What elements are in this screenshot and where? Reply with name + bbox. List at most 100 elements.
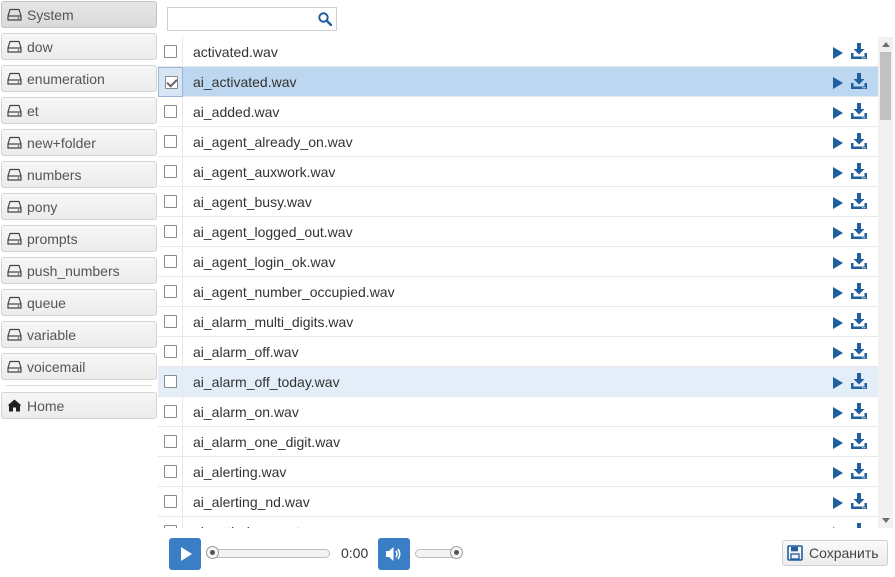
seek-slider[interactable] xyxy=(212,549,330,558)
file-row[interactable]: ai_alarm_off_today.wav xyxy=(158,367,878,397)
row-checkbox[interactable] xyxy=(164,285,177,298)
search-icon[interactable] xyxy=(318,12,333,27)
row-checkbox[interactable] xyxy=(164,255,177,268)
play-icon[interactable] xyxy=(833,106,843,119)
row-checkbox[interactable] xyxy=(164,435,177,448)
folder-button[interactable]: dow xyxy=(1,33,157,60)
download-icon[interactable] xyxy=(850,373,868,390)
download-icon[interactable] xyxy=(850,493,868,510)
row-checkbox[interactable] xyxy=(164,165,177,178)
folder-button[interactable]: queue xyxy=(1,289,157,316)
folder-button[interactable]: pony xyxy=(1,193,157,220)
search-box xyxy=(167,7,337,31)
play-icon[interactable] xyxy=(833,346,843,359)
file-row[interactable]: ai_agent_already_on.wav xyxy=(158,127,878,157)
download-icon[interactable] xyxy=(850,103,868,120)
file-name: ai_alarm_multi_digits.wav xyxy=(193,314,354,330)
search-input[interactable] xyxy=(168,8,314,30)
row-checkbox[interactable] xyxy=(164,345,177,358)
play-icon[interactable] xyxy=(833,226,843,239)
row-checkbox[interactable] xyxy=(164,495,177,508)
row-checkbox[interactable] xyxy=(164,465,177,478)
player-play-button[interactable] xyxy=(169,538,201,570)
download-icon[interactable] xyxy=(850,193,868,210)
folder-button[interactable]: push_numbers xyxy=(1,257,157,284)
play-icon[interactable] xyxy=(833,136,843,149)
file-row[interactable]: ai_auth_incorrect.wav xyxy=(158,517,878,528)
play-icon[interactable] xyxy=(833,76,843,89)
file-row[interactable]: ai_agent_login_ok.wav xyxy=(158,247,878,277)
volume-handle[interactable] xyxy=(450,546,463,559)
row-checkbox[interactable] xyxy=(164,195,177,208)
file-row[interactable]: ai_agent_auxwork.wav xyxy=(158,157,878,187)
file-name: ai_agent_number_occupied.wav xyxy=(193,284,395,300)
folder-button[interactable]: new+folder xyxy=(1,129,157,156)
play-icon[interactable] xyxy=(833,526,843,528)
folder-button[interactable]: et xyxy=(1,97,157,124)
file-row[interactable]: activated.wav xyxy=(158,37,878,67)
play-icon[interactable] xyxy=(833,406,843,419)
seek-handle[interactable] xyxy=(206,546,219,559)
file-row[interactable]: ai_added.wav xyxy=(158,97,878,127)
folder-button[interactable]: prompts xyxy=(1,225,157,252)
row-checkbox[interactable] xyxy=(164,315,177,328)
row-checkbox[interactable] xyxy=(164,405,177,418)
file-row[interactable]: ai_alarm_multi_digits.wav xyxy=(158,307,878,337)
play-icon[interactable] xyxy=(833,196,843,209)
download-icon[interactable] xyxy=(850,523,868,528)
drive-icon xyxy=(7,40,23,54)
folder-button[interactable]: numbers xyxy=(1,161,157,188)
file-row[interactable]: ai_agent_busy.wav xyxy=(158,187,878,217)
file-row[interactable]: ai_activated.wav xyxy=(158,67,878,97)
scroll-down-arrow[interactable] xyxy=(878,514,893,528)
download-icon[interactable] xyxy=(850,133,868,150)
file-row[interactable]: ai_alarm_on.wav xyxy=(158,397,878,427)
play-icon[interactable] xyxy=(833,436,843,449)
download-icon[interactable] xyxy=(850,463,868,480)
save-button[interactable]: Сохранить xyxy=(782,540,888,566)
folder-button[interactable]: enumeration xyxy=(1,65,157,92)
play-icon[interactable] xyxy=(833,316,843,329)
play-icon[interactable] xyxy=(833,466,843,479)
row-checkbox[interactable] xyxy=(164,135,177,148)
folder-button[interactable]: voicemail xyxy=(1,353,157,380)
file-row[interactable]: ai_agent_number_occupied.wav xyxy=(158,277,878,307)
download-icon[interactable] xyxy=(850,313,868,330)
scroll-up-arrow[interactable] xyxy=(878,37,893,51)
home-button[interactable]: Home xyxy=(1,392,157,419)
play-icon[interactable] xyxy=(833,256,843,269)
play-icon[interactable] xyxy=(833,166,843,179)
play-icon[interactable] xyxy=(833,46,843,59)
download-icon[interactable] xyxy=(850,283,868,300)
row-checkbox[interactable] xyxy=(164,45,177,58)
file-name: ai_alarm_on.wav xyxy=(193,404,299,420)
play-icon[interactable] xyxy=(833,496,843,509)
row-checkbox[interactable] xyxy=(164,225,177,238)
download-icon[interactable] xyxy=(850,343,868,360)
play-icon[interactable] xyxy=(833,286,843,299)
download-icon[interactable] xyxy=(850,163,868,180)
volume-button[interactable] xyxy=(378,538,410,570)
play-icon[interactable] xyxy=(833,376,843,389)
scroll-thumb[interactable] xyxy=(880,52,891,120)
download-icon[interactable] xyxy=(850,403,868,420)
folder-button[interactable]: variable xyxy=(1,321,157,348)
folder-button[interactable]: System xyxy=(1,1,157,28)
file-row[interactable]: ai_alerting_nd.wav xyxy=(158,487,878,517)
row-checkbox[interactable] xyxy=(164,105,177,118)
row-checkbox[interactable] xyxy=(164,525,177,528)
download-icon[interactable] xyxy=(850,253,868,270)
file-row[interactable]: ai_alarm_off.wav xyxy=(158,337,878,367)
row-checkbox-cell xyxy=(158,217,183,247)
drive-icon xyxy=(7,296,23,310)
file-list-scrollbar[interactable] xyxy=(878,37,893,528)
file-row[interactable]: ai_alerting.wav xyxy=(158,457,878,487)
row-checkbox[interactable] xyxy=(164,375,177,388)
download-icon[interactable] xyxy=(850,43,868,60)
download-icon[interactable] xyxy=(850,433,868,450)
download-icon[interactable] xyxy=(850,73,868,90)
download-icon[interactable] xyxy=(850,223,868,240)
row-checkbox[interactable] xyxy=(165,76,178,89)
file-row[interactable]: ai_alarm_one_digit.wav xyxy=(158,427,878,457)
file-row[interactable]: ai_agent_logged_out.wav xyxy=(158,217,878,247)
